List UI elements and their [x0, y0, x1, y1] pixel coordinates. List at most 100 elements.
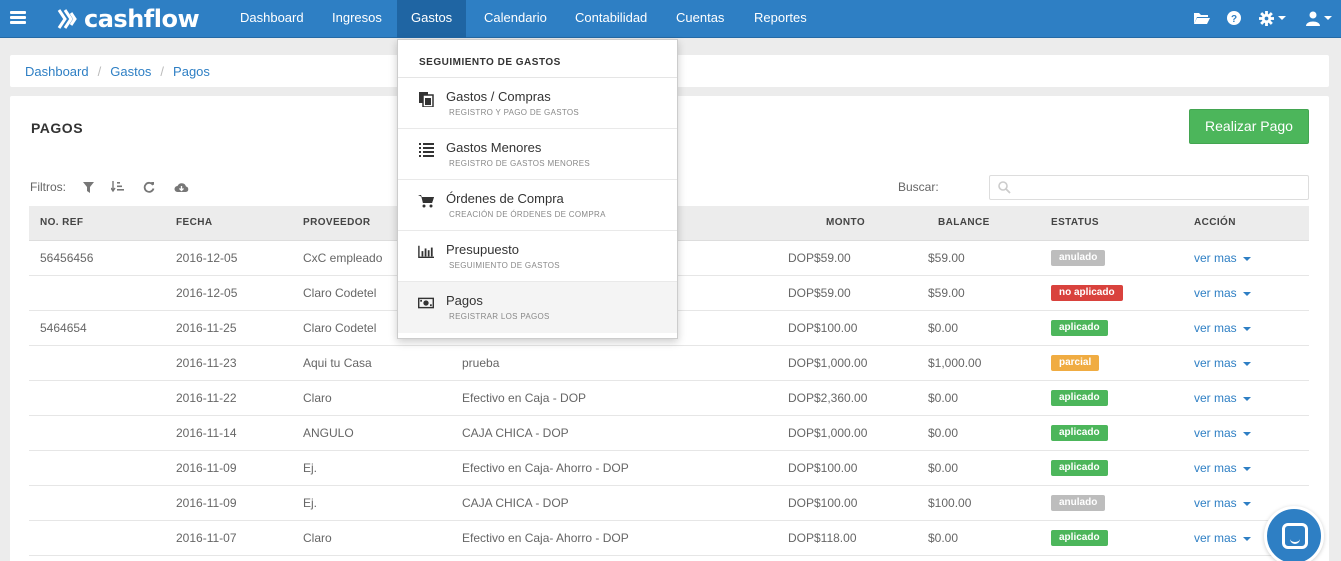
nav-dashboard[interactable]: Dashboard	[226, 0, 318, 38]
bar-chart-icon	[418, 244, 434, 260]
balance-cell: $0.00	[928, 461, 959, 475]
nav-calendario[interactable]: Calendario	[470, 0, 561, 38]
col-monto[interactable]: MONTO	[826, 217, 865, 228]
monto-cell: DOP$1,000.00	[788, 356, 868, 370]
cart-icon	[418, 193, 434, 209]
monto-cell: DOP$2,360.00	[788, 391, 868, 405]
table-row[interactable]: 2016-11-09 Ej. Efectivo en Caja- Ahorro - …	[29, 451, 1309, 486]
ver-mas-dropdown[interactable]: ver mas	[1194, 356, 1251, 370]
realizar-pago-button[interactable]: Realizar Pago	[1189, 109, 1309, 144]
col-accion[interactable]: ACCIÓN	[1194, 217, 1236, 228]
ref-cell: 5464654	[40, 321, 87, 335]
ver-mas-dropdown[interactable]: ver mas	[1194, 391, 1251, 405]
ver-mas-label: ver mas	[1194, 461, 1237, 475]
ver-mas-label: ver mas	[1194, 356, 1237, 370]
menu-item-title: Gastos / Compras	[446, 89, 551, 104]
breadcrumb-dashboard[interactable]: Dashboard	[25, 64, 89, 79]
chevron-down-icon	[1242, 291, 1251, 296]
breadcrumb-separator: /	[97, 63, 102, 79]
status-badge: parcial	[1051, 355, 1100, 371]
nav-reportes[interactable]: Reportes	[740, 0, 821, 38]
fecha-cell: 2016-11-07	[176, 531, 237, 545]
status-badge: anulado	[1051, 250, 1106, 266]
hamburger-menu-icon[interactable]	[10, 11, 26, 25]
balance-cell: $100.00	[928, 496, 972, 510]
proveedor-cell: Ej.	[303, 496, 318, 510]
col-estatus[interactable]: ESTATUS	[1051, 217, 1099, 228]
menu-item-gastos-compras[interactable]: Gastos / Compras REGISTRO Y PAGO DE GAST…	[398, 78, 677, 129]
ver-mas-dropdown[interactable]: ver mas	[1194, 496, 1251, 510]
help-icon[interactable]: ?	[1227, 10, 1241, 26]
col-fecha[interactable]: FECHA	[176, 217, 212, 228]
cuenta-cell: CAJA CHICA - DOP	[462, 496, 569, 510]
cuenta-cell: prueba	[462, 356, 500, 370]
menu-item-presupuesto[interactable]: Presupuesto SEGUIMIENTO DE GASTOS	[398, 231, 677, 282]
cuenta-cell: Efectivo en Caja- Ahorro - DOP	[462, 461, 629, 475]
nav-gastos[interactable]: Gastos	[397, 0, 467, 38]
fecha-cell: 2016-11-25	[176, 321, 237, 335]
fecha-cell: 2016-11-23	[176, 356, 237, 370]
proveedor-cell: Aqui tu Casa	[303, 356, 372, 370]
svg-text:?: ?	[1231, 14, 1237, 25]
ver-mas-dropdown[interactable]: ver mas	[1194, 531, 1251, 545]
balance-cell: $0.00	[928, 321, 959, 335]
table-row[interactable]: 2016-11-09 Ej. CAJA CHICA - DOP DOP$100.00 $…	[29, 486, 1309, 521]
balance-cell: $59.00	[928, 251, 965, 265]
chat-launcher-button[interactable]	[1264, 506, 1324, 561]
user-icon[interactable]	[1306, 10, 1332, 26]
chevron-down-icon	[1242, 501, 1251, 506]
menu-item-ordenes-compra[interactable]: Órdenes de Compra CREACIÓN DE ÓRDENES DE…	[398, 180, 677, 231]
monto-cell: DOP$100.00	[788, 496, 858, 510]
copy-icon	[418, 91, 434, 107]
fecha-cell: 2016-12-05	[176, 286, 238, 300]
folder-open-icon[interactable]	[1193, 10, 1211, 26]
search-input[interactable]	[989, 175, 1309, 200]
nav-cuentas[interactable]: Cuentas	[662, 0, 738, 38]
proveedor-cell: Ej.	[303, 461, 318, 475]
ver-mas-label: ver mas	[1194, 426, 1237, 440]
ver-mas-dropdown[interactable]: ver mas	[1194, 286, 1251, 300]
proveedor-cell: Claro Codetel	[303, 286, 377, 300]
ver-mas-dropdown[interactable]: ver mas	[1194, 461, 1251, 475]
cuenta-cell: Efectivo en Caja- Ahorro - DOP	[462, 531, 629, 545]
filter-icon[interactable]	[83, 181, 94, 193]
ver-mas-label: ver mas	[1194, 391, 1237, 405]
status-badge: no aplicado	[1051, 285, 1123, 301]
ver-mas-dropdown[interactable]: ver mas	[1194, 321, 1251, 335]
brand-name: cashflow	[84, 5, 200, 33]
search-icon	[998, 181, 1011, 197]
breadcrumb-pagos[interactable]: Pagos	[173, 64, 210, 79]
status-badge: aplicado	[1051, 425, 1108, 441]
col-balance[interactable]: BALANCE	[938, 217, 990, 228]
menu-item-subtitle: REGISTRO DE GASTOS MENORES	[449, 159, 591, 168]
menu-item-gastos-menores[interactable]: Gastos Menores REGISTRO DE GASTOS MENORE…	[398, 129, 677, 180]
ver-mas-dropdown[interactable]: ver mas	[1194, 251, 1251, 265]
gastos-dropdown-menu: SEGUIMIENTO DE GASTOS Gastos / Compras R…	[397, 39, 678, 339]
table-row[interactable]: 2016-11-22 Claro Efectivo en Caja - DOP DOP…	[29, 381, 1309, 416]
fecha-cell: 2016-11-22	[176, 391, 237, 405]
sort-icon[interactable]	[111, 181, 124, 193]
status-badge: aplicado	[1051, 530, 1108, 546]
col-proveedor[interactable]: PROVEEDOR	[303, 217, 371, 228]
ver-mas-label: ver mas	[1194, 251, 1237, 265]
cloud-download-icon[interactable]	[174, 182, 189, 193]
monto-cell: DOP$59.00	[788, 286, 851, 300]
balance-cell: $0.00	[928, 531, 959, 545]
monto-cell: DOP$100.00	[788, 321, 858, 335]
breadcrumb-gastos[interactable]: Gastos	[110, 64, 151, 79]
cuenta-cell: CAJA CHICA - DOP	[462, 426, 569, 440]
col-ref[interactable]: NO. REF	[40, 217, 83, 228]
table-row[interactable]: 2016-11-07 Claro Efectivo en Caja- Ahorro …	[29, 521, 1309, 556]
menu-item-pagos[interactable]: Pagos REGISTRAR LOS PAGOS	[398, 282, 677, 333]
table-row[interactable]: 2016-11-14 ANGULO CAJA CHICA - DOP DOP$1,00…	[29, 416, 1309, 451]
nav-ingresos[interactable]: Ingresos	[318, 0, 396, 38]
chevron-down-icon	[1242, 361, 1251, 366]
brand-logo[interactable]: cashflow	[56, 4, 200, 34]
gear-icon[interactable]	[1259, 10, 1286, 26]
refresh-icon[interactable]	[143, 181, 155, 193]
table-row[interactable]: 2016-11-23 Aqui tu Casa prueba DOP$1,000.00…	[29, 346, 1309, 381]
ver-mas-dropdown[interactable]: ver mas	[1194, 426, 1251, 440]
page-title: PAGOS	[31, 120, 84, 136]
nav-contabilidad[interactable]: Contabilidad	[561, 0, 661, 38]
status-badge: anulado	[1051, 495, 1106, 511]
